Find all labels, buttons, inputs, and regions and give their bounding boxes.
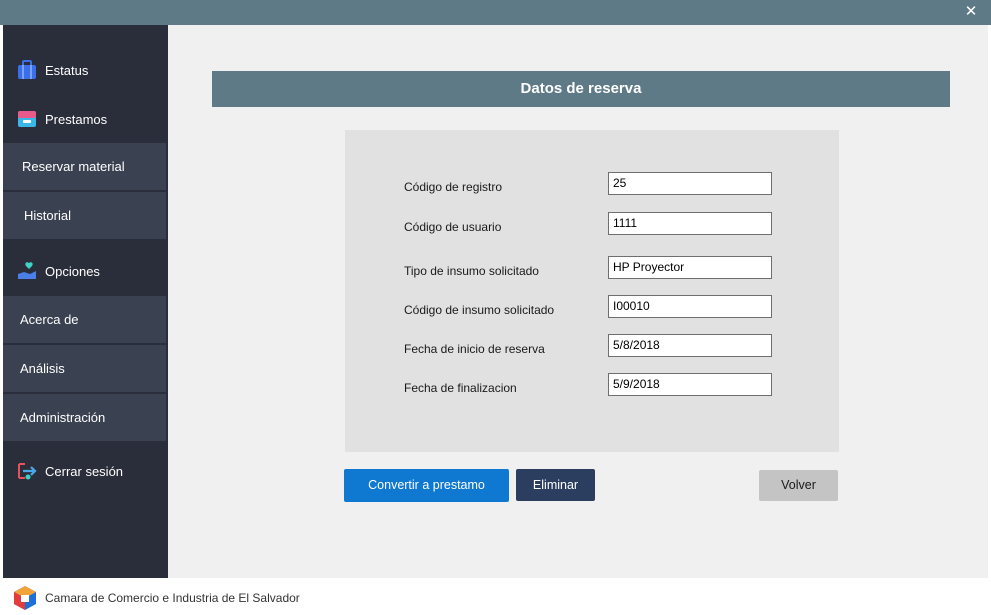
- field-label-codigo-registro: Código de registro: [404, 180, 503, 194]
- sidebar-item-label: Acerca de: [20, 312, 79, 327]
- sidebar-section-estatus[interactable]: Estatus: [3, 47, 168, 93]
- title-bar: ✕: [0, 0, 991, 25]
- logout-icon: [18, 463, 37, 480]
- close-button[interactable]: ✕: [961, 3, 981, 21]
- codigo-insumo-field[interactable]: I00010: [608, 295, 772, 318]
- field-label-fecha-fin: Fecha de finalizacion: [404, 381, 517, 395]
- convert-to-loan-button[interactable]: Convertir a prestamo: [344, 469, 509, 502]
- sidebar-section-label: Prestamos: [45, 111, 108, 127]
- fecha-fin-field[interactable]: 5/9/2018: [608, 373, 772, 396]
- reservation-form-panel: Código de registro 25 Código de usuario …: [345, 130, 839, 452]
- sidebar-item-label: Análisis: [20, 361, 65, 376]
- footer: Camara de Comercio e Industria de El Sal…: [0, 578, 991, 615]
- sidebar-item-label: Historial: [24, 208, 71, 223]
- inbox-icon: [18, 111, 36, 127]
- sidebar-section-opciones[interactable]: Opciones: [3, 248, 168, 294]
- sidebar-section-label: Cerrar sesión: [45, 463, 124, 479]
- codigo-usuario-field[interactable]: 1111: [608, 212, 772, 235]
- briefcase-icon: [18, 60, 36, 79]
- main-content: Datos de reserva Código de registro 25 C…: [168, 25, 988, 578]
- field-label-codigo-usuario: Código de usuario: [404, 220, 502, 234]
- field-label-fecha-inicio: Fecha de inicio de reserva: [404, 342, 545, 356]
- field-label-codigo-insumo: Código de insumo solicitado: [404, 303, 555, 317]
- sidebar-item-acerca-de[interactable]: Acerca de: [3, 296, 166, 343]
- organization-name: Camara de Comercio e Industria de El Sal…: [45, 591, 300, 605]
- sidebar-section-prestamos[interactable]: Prestamos: [3, 96, 168, 142]
- sidebar-section-label: Estatus: [45, 62, 89, 78]
- back-button[interactable]: Volver: [759, 470, 838, 501]
- sidebar-item-label: Administración: [20, 410, 106, 425]
- codigo-registro-field[interactable]: 25: [608, 172, 772, 195]
- page-title: Datos de reserva: [212, 71, 950, 107]
- sidebar-item-administracion[interactable]: Administración: [3, 394, 166, 441]
- delete-button[interactable]: Eliminar: [516, 469, 595, 501]
- hand-heart-icon: [18, 262, 36, 279]
- tipo-insumo-field[interactable]: HP Proyector: [608, 256, 772, 279]
- sidebar-section-cerrar-sesion[interactable]: Cerrar sesión: [3, 448, 168, 494]
- sidebar-item-label: Reservar material: [22, 159, 125, 174]
- chamber-logo-icon: [14, 586, 36, 610]
- sidebar-section-label: Opciones: [45, 263, 100, 279]
- sidebar-item-reservar-material[interactable]: Reservar material: [3, 143, 166, 190]
- sidebar-item-historial[interactable]: Historial: [3, 192, 166, 239]
- fecha-inicio-field[interactable]: 5/8/2018: [608, 334, 772, 357]
- field-label-tipo-insumo: Tipo de insumo solicitado: [404, 264, 539, 278]
- sidebar-item-analisis[interactable]: Análisis: [3, 345, 166, 392]
- sidebar: Estatus Prestamos Reservar material Hist…: [3, 25, 168, 578]
